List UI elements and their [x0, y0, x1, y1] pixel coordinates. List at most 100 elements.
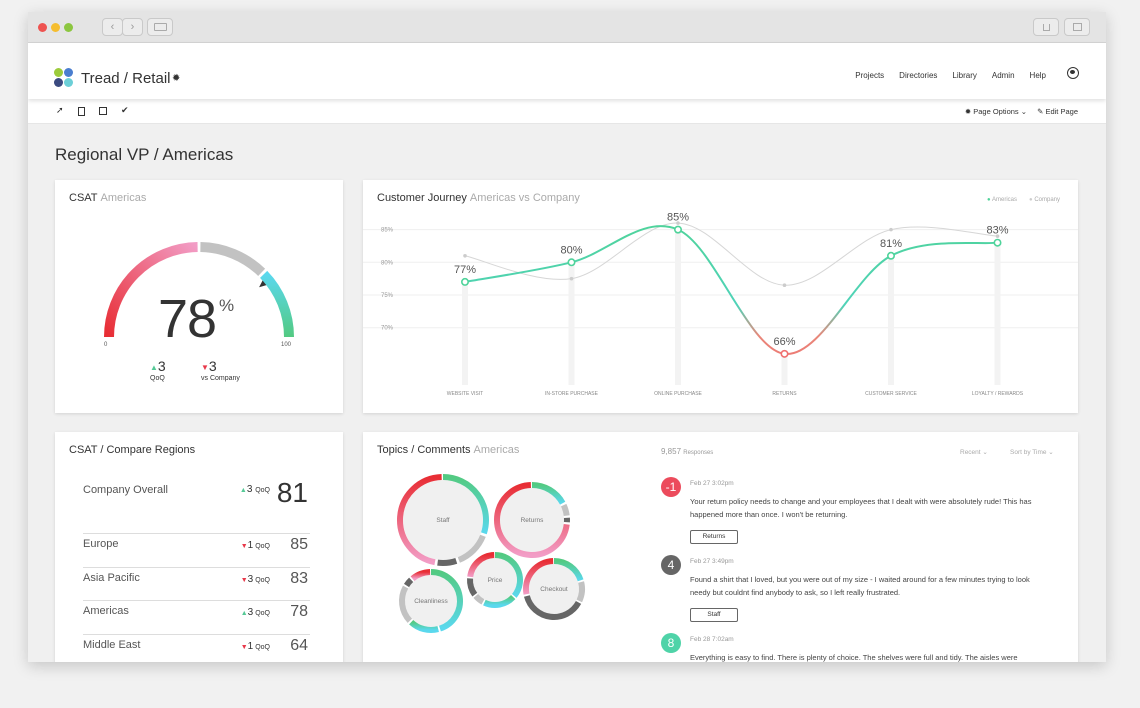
chevron-down-icon: ⌄	[1020, 107, 1028, 116]
user-account-icon[interactable]	[1067, 67, 1079, 79]
data-label: 77%	[454, 264, 476, 276]
comment-date: Feb 28 7:02am	[690, 636, 734, 643]
topic-tag-button[interactable]: Staff	[690, 608, 738, 622]
topic-tag-button[interactable]: Returns	[690, 530, 738, 544]
region-delta: ▲3 QoQ	[240, 607, 270, 618]
chevron-right-icon: ›	[130, 21, 135, 33]
compare-regions-card: CSAT / Compare Regions Company Overall ▲…	[55, 432, 343, 662]
forward-button[interactable]: ›	[122, 18, 143, 36]
region-name: Americas	[83, 605, 129, 617]
region-row[interactable]: Middle East ▼1 QoQ 64	[83, 633, 310, 663]
company-point	[569, 276, 574, 281]
x-tick-label: IN-STORE PURCHASE	[545, 391, 599, 397]
card-title: CSAT / Compare Regions	[69, 444, 196, 456]
company-series-line	[464, 222, 998, 286]
brand-title[interactable]: Tread / Retail	[81, 70, 170, 87]
comment-date: Feb 27 3:02pm	[690, 480, 734, 487]
settings-gear-icon[interactable]: ✹	[172, 73, 180, 84]
region-value: 81	[276, 477, 308, 508]
minimize-window-button[interactable]	[51, 23, 60, 32]
back-button[interactable]: ‹	[102, 18, 123, 36]
csat-card: CSAT Americas 78 % 0 100 ▲3 QoQ ▼3 vs Com…	[55, 180, 343, 413]
x-tick-label: CUSTOMER SERVICE	[865, 391, 917, 397]
region-delta: ▼3 QoQ	[240, 573, 270, 585]
topic-label: Checkout	[540, 586, 568, 593]
category-bar	[781, 353, 788, 385]
up-triangle-icon: ▲	[240, 610, 248, 617]
sidebar-toggle-button[interactable]	[147, 18, 173, 36]
present-icon[interactable]	[99, 107, 107, 115]
close-window-button[interactable]	[38, 23, 47, 32]
region-row[interactable]: Asia Pacific ▼3 QoQ 83	[83, 566, 310, 601]
nav-help[interactable]: Help	[1030, 71, 1046, 80]
browser-window: ‹ › Tread / Retail ✹ Projects Directorie…	[28, 12, 1106, 662]
edit-page-button[interactable]: ✎ Edit Page	[1037, 107, 1078, 116]
chevron-left-icon: ‹	[110, 21, 115, 33]
page-toolbar: ➚ ✔ ✹ Page Options ⌄ ✎ Edit Page	[28, 99, 1106, 124]
region-name: Company Overall	[83, 484, 168, 496]
x-tick-label: WEBSITE VISIT	[447, 391, 483, 397]
topics-comments-card: Topics / Comments Americas Staff Returns Pr…	[363, 432, 1078, 662]
vs-company-label: vs Company	[201, 375, 240, 382]
comment-text: Everything is easy to find. There is ple…	[690, 653, 1018, 662]
x-tick-label: ONLINE PURCHASE	[654, 391, 702, 397]
pencil-icon: ✎	[1037, 107, 1044, 116]
y-tick-label: 70%	[381, 326, 394, 332]
sort-by-time-dropdown[interactable]: Sort by Time ⌄	[1010, 448, 1054, 456]
company-point	[782, 283, 787, 287]
region-name: Europe	[83, 538, 119, 550]
y-tick-label: 85%	[381, 228, 394, 234]
topic-label: Price	[488, 577, 503, 584]
region-row[interactable]: Americas ▲3 QoQ 78	[83, 600, 310, 634]
company-point	[889, 227, 893, 232]
share-button[interactable]	[1033, 18, 1059, 36]
brand-logo	[54, 68, 74, 88]
pin-icon[interactable]: ✔	[121, 105, 129, 116]
tabs-button[interactable]	[1064, 18, 1090, 36]
chevron-down-icon: ⌄	[1048, 449, 1054, 456]
chevron-down-icon: ⌄	[982, 449, 988, 456]
americas-point	[567, 258, 576, 267]
page-options-menu[interactable]: ✹ Page Options ⌄	[965, 107, 1027, 116]
sentiment-segment	[403, 577, 414, 588]
data-label: 85%	[667, 212, 689, 224]
category-bar	[462, 281, 468, 385]
up-triangle-icon: ▲	[150, 362, 158, 372]
responses-count: 9,857 Responses	[661, 447, 714, 456]
gauge-segment-high	[259, 270, 294, 338]
nav-library[interactable]: Library	[952, 71, 976, 80]
region-value: 64	[290, 636, 308, 654]
down-triangle-icon: ▼	[240, 543, 248, 550]
qoq-delta: ▲3	[150, 358, 166, 374]
down-triangle-icon: ▼	[240, 576, 248, 584]
share-arrow-icon[interactable]: ➚	[56, 105, 64, 116]
zoom-window-button[interactable]	[64, 23, 73, 32]
region-delta: ▼1 QoQ	[240, 640, 270, 652]
csat-value: 78	[158, 289, 217, 349]
data-label: 81%	[880, 238, 902, 250]
top-nav: Projects Directories Library Admin Help	[855, 71, 1046, 80]
qoq-label: QoQ	[150, 375, 165, 382]
vs-company-delta: ▼3	[201, 358, 217, 374]
nav-projects[interactable]: Projects	[855, 71, 884, 80]
nav-admin[interactable]: Admin	[992, 71, 1015, 80]
y-tick-label: 80%	[381, 260, 394, 266]
americas-point	[780, 349, 789, 358]
region-row[interactable]: Europe ▼1 QoQ 85	[83, 533, 310, 567]
nav-directories[interactable]: Directories	[899, 71, 937, 80]
x-tick-label: LOYALTY / REWARDS	[972, 391, 1024, 397]
region-delta: ▼1 QoQ	[240, 540, 270, 551]
data-label: 83%	[986, 225, 1008, 237]
data-label: 66%	[773, 336, 795, 348]
export-document-icon[interactable]	[78, 107, 85, 116]
region-name: Middle East	[83, 638, 141, 651]
americas-point	[673, 225, 682, 234]
recent-filter-dropdown[interactable]: Recent ⌄	[960, 448, 988, 456]
x-tick-label: RETURNS	[772, 391, 797, 397]
overall-row: Company Overall ▲3 QoQ 81	[83, 477, 310, 533]
journey-line-chart: 85% 80% 75% 70% WEBSITE VISIT IN-STORE PURCHA…	[363, 212, 1078, 397]
sentiment-segment	[437, 558, 458, 566]
sentiment-segment	[560, 503, 570, 517]
gauge-segment-mid	[200, 242, 266, 277]
app-header: Tread / Retail ✹ Projects Directories Li…	[28, 43, 1106, 99]
